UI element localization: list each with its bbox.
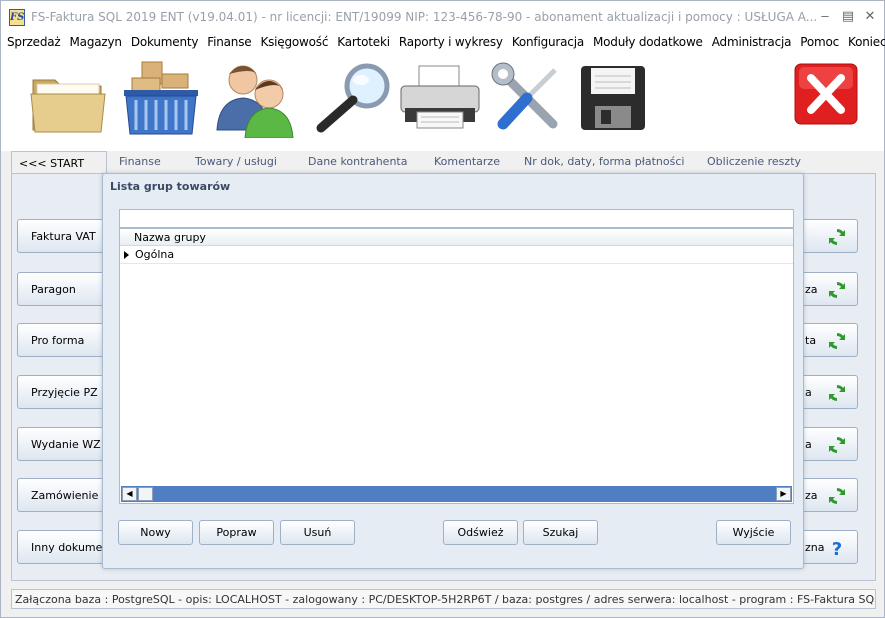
refresh-icon <box>829 488 845 504</box>
right-button-label: za <box>805 283 818 296</box>
maximize-button[interactable]: ▤ <box>839 7 857 25</box>
paragon-button[interactable]: Paragon <box>17 272 109 306</box>
tab-strip: <<< START Finanse Towary / usługi Dane k… <box>1 151 884 175</box>
refresh-button[interactable]: Odśwież <box>443 520 518 545</box>
pro-forma-button[interactable]: Pro forma <box>17 323 109 357</box>
scroll-left-icon[interactable]: ◀ <box>122 487 137 501</box>
refresh-icon <box>829 282 845 298</box>
refresh-icon <box>829 229 845 245</box>
exit-button[interactable]: Wyjście <box>716 520 791 545</box>
column-header-nazwa-grupy[interactable]: Nazwa grupy <box>120 229 793 246</box>
title-bar: FS FS-Faktura SQL 2019 ENT (v19.04.01) -… <box>1 1 884 32</box>
minimize-button[interactable]: – <box>816 7 834 25</box>
inny-dokument-button[interactable]: Inny dokument <box>17 530 109 564</box>
magnifier-icon[interactable] <box>313 62 395 134</box>
tab-towary-uslugi[interactable]: Towary / usługi <box>195 155 277 168</box>
contacts-icon[interactable] <box>213 60 297 138</box>
przyjecie-pz-button[interactable]: Przyjęcie PZ <box>17 375 109 409</box>
groups-grid: Nazwa grupy Ogólna ◀ ▶ <box>119 228 794 504</box>
menu-raporty[interactable]: Raporty i wykresy <box>399 35 503 49</box>
menu-koniec[interactable]: Koniec <box>848 35 885 49</box>
tab-nr-dok-daty[interactable]: Nr dok, daty, forma płatności <box>524 155 684 168</box>
close-window-button[interactable]: ✕ <box>861 7 879 25</box>
status-bar: Załączona baza : PostgreSQL - opis: LOCA… <box>11 589 876 609</box>
right-button-label: za <box>805 489 818 502</box>
tab-obliczenie-reszty[interactable]: Obliczenie reszty <box>707 155 801 168</box>
tab-dane-kontrahenta[interactable]: Dane kontrahenta <box>308 155 407 168</box>
new-button[interactable]: Nowy <box>118 520 193 545</box>
group-list-dialog: Lista grup towarów Nazwa grupy Ogólna ◀ … <box>102 173 804 569</box>
scrollbar-thumb[interactable] <box>138 487 153 501</box>
scroll-right-icon[interactable]: ▶ <box>776 487 791 501</box>
dialog-title: Lista grup towarów <box>110 180 231 193</box>
right-button-label: a <box>805 386 812 399</box>
svg-text:?: ? <box>832 539 842 558</box>
right-button-label: ta <box>805 334 817 347</box>
window-title: FS-Faktura SQL 2019 ENT (v19.04.01) - nr… <box>31 10 818 24</box>
faktura-vat-button[interactable]: Faktura VAT <box>17 219 109 253</box>
edit-button[interactable]: Popraw <box>199 520 274 545</box>
menu-finanse[interactable]: Finanse <box>207 35 251 49</box>
menu-sprzedaz[interactable]: Sprzedaż <box>7 35 61 49</box>
refresh-icon <box>829 385 845 401</box>
refresh-icon <box>829 333 845 349</box>
menu-pomoc[interactable]: Pomoc <box>800 35 839 49</box>
tab-komentarze[interactable]: Komentarze <box>434 155 500 168</box>
menu-konfiguracja[interactable]: Konfiguracja <box>512 35 584 49</box>
app-logo-icon: FS <box>9 9 25 26</box>
menu-magazyn[interactable]: Magazyn <box>70 35 122 49</box>
close-icon[interactable] <box>793 62 859 126</box>
zamowienie-button[interactable]: Zamówienie <box>17 478 109 512</box>
menu-kartoteki[interactable]: Kartoteki <box>337 35 390 49</box>
folder-icon[interactable] <box>29 70 107 134</box>
table-row[interactable]: Ogólna <box>120 246 793 264</box>
right-button-label: zna <box>805 541 825 554</box>
horizontal-scrollbar[interactable]: ◀ ▶ <box>121 486 792 502</box>
app-window: FS FS-Faktura SQL 2019 ENT (v19.04.01) -… <box>0 0 885 618</box>
tab-start[interactable]: <<< START <box>11 151 107 175</box>
toolbar <box>1 52 884 151</box>
menu-moduly[interactable]: Moduły dodatkowe <box>593 35 703 49</box>
menu-ksiegowosc[interactable]: Księgowość <box>260 35 328 49</box>
refresh-icon <box>829 437 845 453</box>
floppy-icon[interactable] <box>579 64 647 132</box>
menu-administracja[interactable]: Administracja <box>712 35 792 49</box>
wydanie-wz-button[interactable]: Wydanie WZ <box>17 427 109 461</box>
search-button[interactable]: Szukaj <box>523 520 598 545</box>
tools-icon[interactable] <box>489 60 567 136</box>
basket-icon[interactable] <box>122 60 200 136</box>
right-button-label: a <box>805 438 812 451</box>
help-icon: ? <box>832 539 842 558</box>
menu-bar: Sprzedaż Magazyn Dokumenty Finanse Księg… <box>1 32 885 52</box>
delete-button[interactable]: Usuń <box>280 520 355 545</box>
row-group-name: Ogólna <box>135 248 175 261</box>
row-indicator-icon <box>124 251 129 259</box>
filter-input[interactable] <box>119 209 794 228</box>
menu-dokumenty[interactable]: Dokumenty <box>131 35 199 49</box>
printer-icon[interactable] <box>399 64 481 130</box>
tab-finanse[interactable]: Finanse <box>119 155 161 168</box>
